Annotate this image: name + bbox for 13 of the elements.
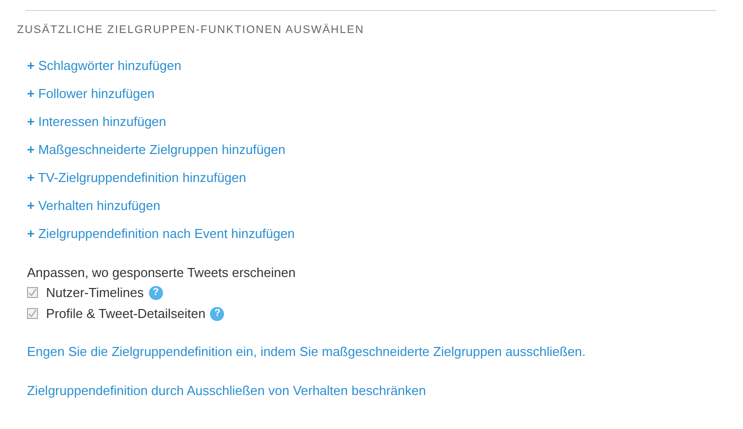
add-link[interactable]: + Zielgruppendefinition nach Event hinzufügen: [27, 225, 295, 243]
section-title: ZUSÄTZLICHE ZIELGRUPPEN-FUNKTIONEN AUSWÄHLEN: [17, 23, 364, 37]
add-link[interactable]: + Schlagwörter hinzufügen: [27, 57, 182, 75]
exclusion-link[interactable]: Engen Sie die Zielgruppendefinition ein, indem Sie maßgeschneiderte Zielgruppen ausschließen.: [27, 343, 586, 361]
add-link[interactable]: + TV-Zielgruppendefinition hinzufügen: [27, 169, 246, 187]
checkbox-label: Nutzer-Timelines: [46, 285, 144, 300]
placement-label: Anpassen, wo gesponserte Tweets erscheinen: [27, 265, 296, 281]
add-link[interactable]: + Maßgeschneiderte Zielgruppen hinzufügen: [27, 141, 286, 159]
exclusion-link[interactable]: Zielgruppendefinition durch Ausschließen von Verhalten beschränken: [27, 382, 426, 400]
checkbox-label: Profile & Tweet-Detailseiten: [46, 306, 206, 321]
add-link[interactable]: + Verhalten hinzufügen: [27, 197, 160, 215]
add-link[interactable]: + Follower hinzufügen: [27, 85, 155, 103]
add-link[interactable]: + Interessen hinzufügen: [27, 113, 166, 131]
